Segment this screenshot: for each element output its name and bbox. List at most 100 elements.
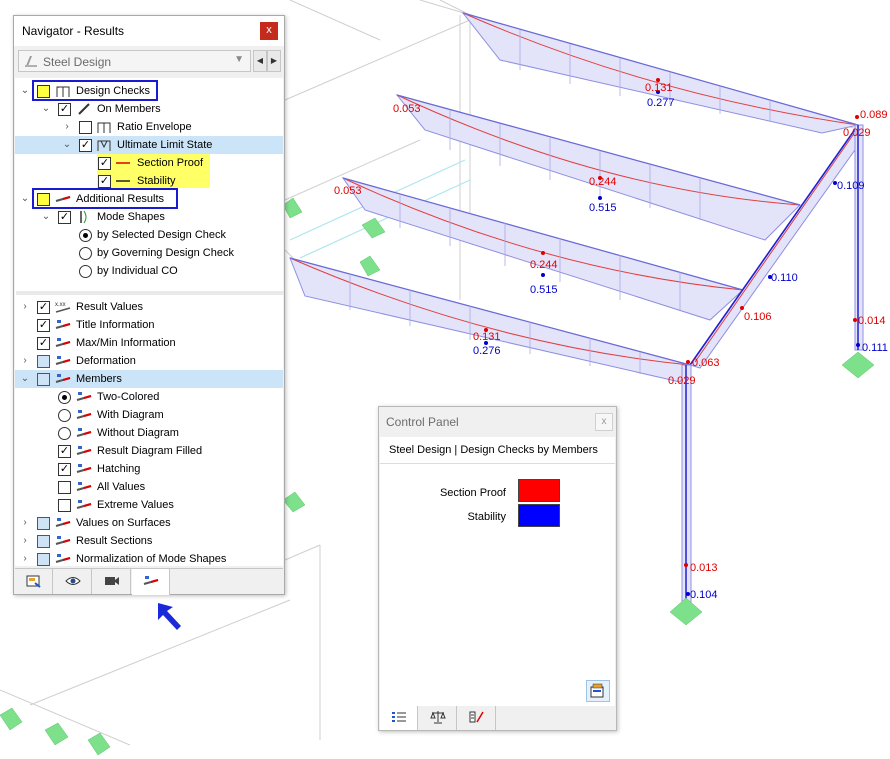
checkbox-deformation[interactable] (37, 355, 50, 368)
results-icon (143, 576, 158, 585)
tab-legend[interactable] (380, 706, 418, 730)
radio-button[interactable] (58, 427, 71, 440)
tree-item-all-values[interactable]: All Values (15, 478, 283, 496)
tree-item-mode-shapes[interactable]: ⌄ ✓ Mode Shapes (15, 208, 283, 226)
tree-item-stability[interactable]: ✓ Stability (15, 172, 283, 190)
value-label: 0.277 (647, 97, 675, 109)
radio-by-individual-co[interactable]: by Individual CO (15, 262, 283, 280)
prev-button[interactable]: ◀ (253, 50, 267, 72)
checkbox-values-on-surfaces[interactable] (37, 517, 50, 530)
tab-display[interactable] (54, 569, 92, 594)
chevron-right-icon[interactable]: › (20, 535, 30, 547)
tab-data[interactable] (15, 569, 53, 594)
navigator-titlebar[interactable]: Navigator - Results x (14, 16, 284, 46)
tab-views[interactable] (93, 569, 131, 594)
checkbox-section-proof[interactable]: ✓ (98, 157, 111, 170)
chevron-down-icon[interactable]: ⌄ (41, 211, 51, 223)
value-label: 0.104 (690, 589, 718, 601)
tree-label: Normalization of Mode Shapes (76, 553, 227, 565)
radio-without-diagram[interactable]: Without Diagram (15, 424, 283, 442)
navigator-tree: ⌄ . Design Checks ⌄ ✓ On Members › Ratio… (15, 78, 284, 568)
tree-label: Result Diagram Filled (97, 445, 203, 457)
chevron-down-icon[interactable]: ⌄ (20, 373, 30, 385)
without-diagram-icon (76, 428, 92, 437)
extreme-values-icon (76, 500, 92, 509)
radio-button[interactable] (58, 391, 71, 404)
chevron-down-icon[interactable]: ⌄ (20, 85, 30, 97)
checkbox-hatching[interactable]: ✓ (58, 463, 71, 476)
list-icon (391, 712, 406, 722)
tree-item-ratio-envelope[interactable]: › Ratio Envelope (15, 118, 283, 136)
radio-two-colored[interactable]: Two-Colored (15, 388, 283, 406)
value-label: 0.106 (744, 311, 772, 323)
checkbox-mode-shapes[interactable]: ✓ (58, 211, 71, 224)
checkbox-result-values[interactable]: ✓ (37, 301, 50, 314)
checkbox-normalization[interactable] (37, 553, 50, 566)
tree-item-section-proof[interactable]: ✓ Section Proof (15, 154, 283, 172)
radio-button[interactable] (79, 265, 92, 278)
tab-results[interactable] (132, 569, 170, 595)
additional-results-icon (55, 196, 71, 202)
tree-item-members[interactable]: ⌄ Members (15, 370, 283, 388)
chevron-down-icon[interactable]: ⌄ (41, 103, 51, 115)
two-colored-icon (76, 392, 92, 401)
tree-item-values-on-surfaces[interactable]: › Values on Surfaces (15, 514, 283, 532)
checkbox-members[interactable] (37, 373, 50, 386)
checkbox-title-information[interactable]: ✓ (37, 319, 50, 332)
checkbox-result-sections[interactable] (37, 535, 50, 548)
checkbox-max-min-information[interactable]: ✓ (37, 337, 50, 350)
checkbox-on-members[interactable]: ✓ (58, 103, 71, 116)
value-label: 0.110 (771, 272, 798, 284)
tree-item-normalization[interactable]: › Normalization of Mode Shapes (15, 550, 283, 568)
checkbox-ultimate-limit-state[interactable]: ✓ (79, 139, 92, 152)
value-label: 0.515 (589, 202, 617, 214)
tree-item-extreme-values[interactable]: Extreme Values (15, 496, 283, 514)
chevron-right-icon[interactable]: › (20, 517, 30, 529)
tree-item-title-information[interactable]: ✓ Title Information (15, 316, 283, 334)
checkbox-ratio-envelope[interactable] (79, 121, 92, 134)
tree-label: Mode Shapes (97, 211, 165, 223)
checkbox-extreme-values[interactable] (58, 499, 71, 512)
blue-line-icon (116, 180, 130, 182)
control-panel: Control Panel x Steel Design | Design Ch… (378, 406, 617, 731)
checkbox-all-values[interactable] (58, 481, 71, 494)
tab-members[interactable] (458, 706, 496, 730)
checkbox-stability[interactable]: ✓ (98, 175, 111, 188)
tree-item-design-checks[interactable]: ⌄ . Design Checks (15, 82, 283, 100)
tree-label: by Selected Design Check (97, 229, 227, 241)
chevron-right-icon[interactable]: › (20, 355, 30, 367)
tree-item-max-min-information[interactable]: ✓ Max/Min Information (15, 334, 283, 352)
checkbox-result-diagram-filled[interactable]: ✓ (58, 445, 71, 458)
chevron-right-icon[interactable]: › (20, 553, 30, 565)
tree-item-additional-results[interactable]: ⌄ Additional Results (15, 190, 283, 208)
tree-item-on-members[interactable]: ⌄ ✓ On Members (15, 100, 283, 118)
chevron-down-icon[interactable]: ⌄ (62, 139, 72, 151)
tree-item-result-sections[interactable]: › Result Sections (15, 532, 283, 550)
close-button[interactable]: x (595, 413, 613, 431)
close-button[interactable]: x (260, 22, 278, 40)
tree-label: Stability (137, 175, 176, 187)
next-button[interactable]: ▶ (267, 50, 281, 72)
all-values-icon (76, 482, 92, 491)
tree-label: Extreme Values (97, 499, 174, 511)
radio-with-diagram[interactable]: With Diagram (15, 406, 283, 424)
radio-button[interactable] (79, 247, 92, 260)
tree-item-result-values[interactable]: › ✓ x.xx Result Values (15, 298, 283, 316)
checkbox-design-checks[interactable] (37, 85, 50, 98)
tree-item-result-diagram-filled[interactable]: ✓ Result Diagram Filled (15, 442, 283, 460)
addon-select[interactable]: Steel Design ▼ (18, 50, 251, 72)
tree-item-hatching[interactable]: ✓ Hatching (15, 460, 283, 478)
chevron-down-icon[interactable]: ⌄ (20, 193, 30, 205)
tab-factors[interactable] (419, 706, 457, 730)
checkbox-additional-results[interactable] (37, 193, 50, 206)
radio-by-governing-design-check[interactable]: by Governing Design Check (15, 244, 283, 262)
chevron-right-icon[interactable]: › (20, 301, 30, 313)
radio-button[interactable] (58, 409, 71, 422)
tree-item-ultimate-limit-state[interactable]: ⌄ ✓ Ultimate Limit State (15, 136, 283, 154)
chevron-right-icon[interactable]: › (62, 121, 72, 133)
radio-by-selected-design-check[interactable]: by Selected Design Check (15, 226, 283, 244)
settings-button[interactable] (586, 680, 610, 702)
tree-item-deformation[interactable]: › Deformation (15, 352, 283, 370)
balance-icon (429, 711, 446, 724)
radio-button[interactable] (79, 229, 92, 242)
